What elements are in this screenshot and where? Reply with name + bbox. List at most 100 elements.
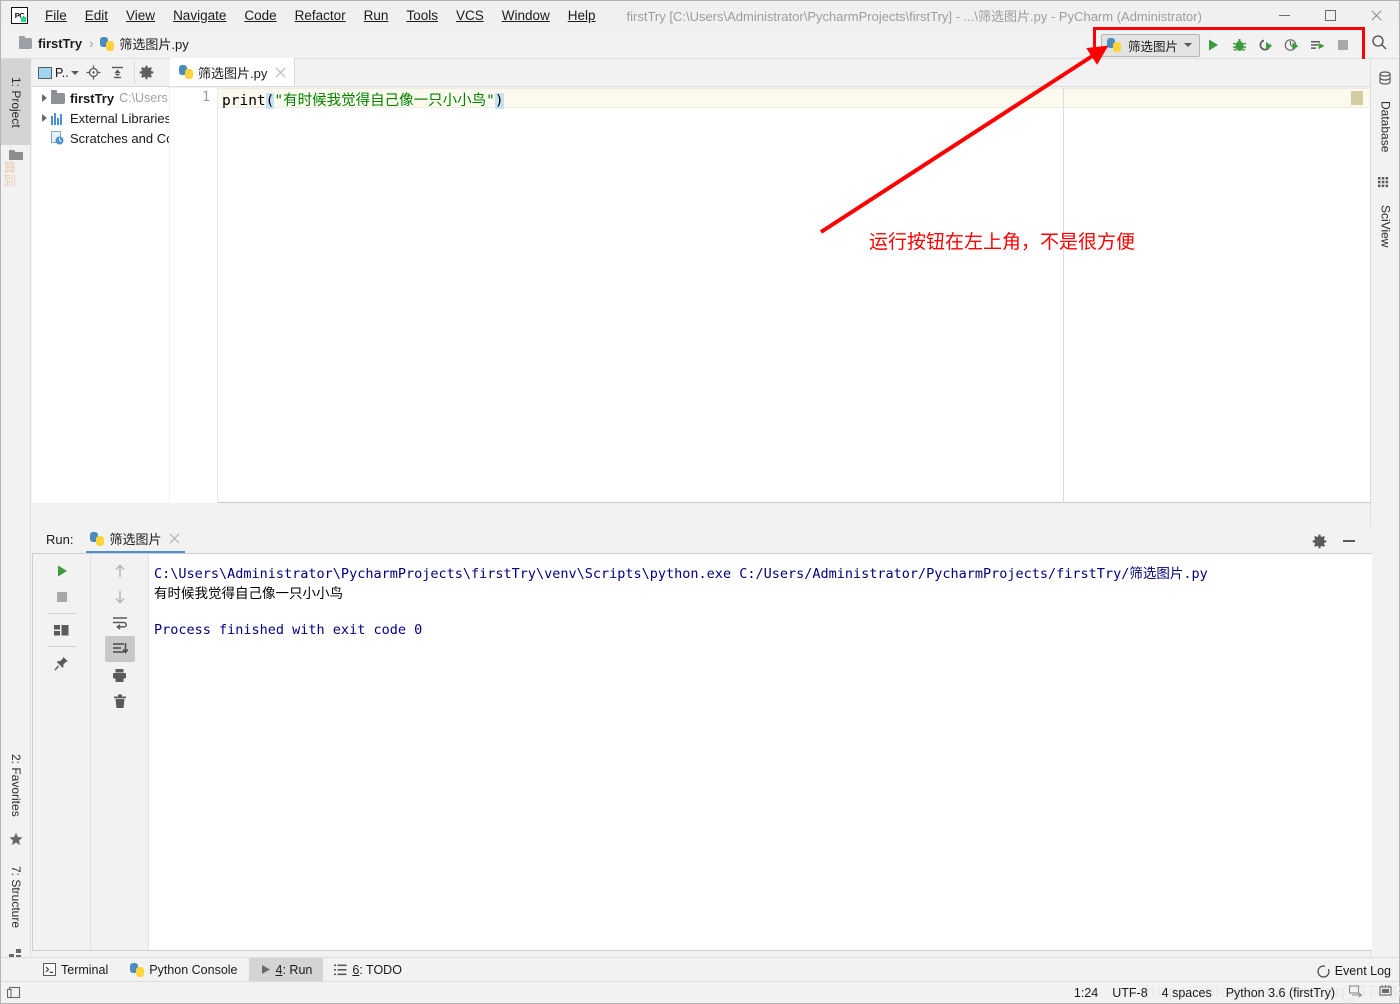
sidebar-item-project[interactable]: 1: Project (1, 59, 31, 145)
event-log-icon (1317, 964, 1330, 978)
tree-node-label: firstTry (70, 90, 115, 106)
profile-button[interactable] (1278, 33, 1304, 57)
run-configuration-name: 筛选图片 (1128, 39, 1179, 54)
breadcrumb-separator: › (89, 36, 94, 51)
left-watermark-text: 算到 (1, 161, 17, 187)
minimize-icon (1278, 14, 1290, 16)
next-occurrence-button[interactable] (105, 584, 135, 610)
tab-todo-key: 6 (352, 962, 360, 977)
editor-gutter[interactable]: 1 (170, 88, 218, 503)
sidebar-item-structure[interactable]: 7: Structure (1, 849, 31, 945)
tree-node-scratches[interactable]: Scratches and Co (32, 128, 169, 148)
sciview-grid-icon (1378, 177, 1392, 191)
collapse-all-icon[interactable] (106, 61, 130, 85)
pin-tab-button[interactable] (47, 650, 77, 676)
clear-all-button[interactable] (105, 688, 135, 714)
sidebar-item-sciview[interactable]: SciView (1371, 193, 1400, 259)
stop-process-button[interactable] (47, 584, 77, 610)
python-icon (90, 531, 105, 546)
tab-terminal-label: Terminal (61, 962, 109, 977)
close-run-tab-icon[interactable] (169, 533, 181, 545)
debug-button[interactable] (1226, 33, 1252, 57)
database-icon (1378, 71, 1392, 85)
minimize-icon (1343, 540, 1355, 542)
sidebar-item-favorites[interactable]: 2: Favorites (1, 739, 31, 831)
sidebar-item-database[interactable]: Database (1371, 89, 1400, 165)
menu-file[interactable]: File (36, 4, 76, 27)
run-coverage-button[interactable] (1252, 33, 1278, 57)
tree-node-path: C:\Users (119, 91, 168, 105)
menu-vcs[interactable]: VCS (447, 4, 493, 27)
menu-refactor[interactable]: Refactor (286, 4, 355, 27)
project-tree: firstTry C:\Users External Libraries Scr… (32, 88, 169, 503)
sidebar-item-sciview-label: SciView (1378, 204, 1393, 248)
maximize-button[interactable] (1307, 1, 1353, 29)
menu-window[interactable]: Window (493, 4, 559, 27)
menu-edit[interactable]: Edit (76, 4, 117, 27)
run-console-button[interactable] (1304, 33, 1330, 57)
python-interpreter[interactable]: Python 3.6 (firstTry) (1226, 986, 1335, 1000)
line-separator-icon[interactable] (1348, 984, 1364, 1001)
menu-help[interactable]: Help (559, 4, 605, 27)
run-configuration-selector[interactable]: 筛选图片 (1101, 33, 1201, 57)
code-editor[interactable]: 1 print("有时候我觉得自己像一只小小鸟") (170, 88, 1371, 503)
minimize-button[interactable] (1261, 1, 1307, 29)
breadcrumb-project[interactable]: firstTry (38, 36, 82, 51)
tab-terminal[interactable]: Terminal (32, 958, 119, 982)
layout-button[interactable] (47, 617, 77, 643)
window-controls (1261, 1, 1399, 29)
close-tab-icon[interactable] (275, 66, 287, 78)
tab-run[interactable]: 4: Run (248, 957, 324, 982)
tab-python-console[interactable]: Python Console (119, 958, 248, 982)
window-title: firstTry [C:\Users\Administrator\Pycharm… (626, 8, 1202, 24)
event-log-label: Event Log (1334, 964, 1391, 978)
editor-tab-bar: 筛选图片.py (170, 58, 1371, 87)
divider (47, 613, 76, 614)
tab-todo[interactable]: 6: TODO (323, 958, 413, 982)
tree-node-external-libraries[interactable]: External Libraries (32, 108, 169, 128)
folder-icon (19, 35, 32, 49)
expand-arrow-icon[interactable] (38, 94, 51, 102)
scroll-to-end-button[interactable] (104, 636, 135, 662)
pycharm-window: PC File Edit View Navigate Code Refactor… (0, 0, 1400, 1004)
caret-position[interactable]: 1:24 (1074, 986, 1098, 1000)
run-tool-window: Run: 筛选图片 C:\Users\Administrator\Pycharm… (32, 526, 1372, 951)
python-file-icon (100, 36, 115, 51)
console-line: Process finished with exit code 0 (154, 622, 423, 638)
chevron-down-icon (70, 70, 79, 75)
project-view-selector[interactable]: P.. (32, 61, 82, 85)
toggle-tool-windows-button[interactable] (1, 986, 27, 1000)
rerun-button[interactable] (47, 558, 77, 584)
prev-occurrence-button[interactable] (105, 558, 135, 584)
settings-gear-icon[interactable] (133, 60, 158, 85)
memory-indicator-icon[interactable] (1378, 984, 1393, 1001)
menu-code[interactable]: Code (235, 4, 285, 27)
run-settings-gear-icon[interactable] (1304, 528, 1334, 554)
run-tab-筛选图片[interactable]: 筛选图片 (86, 526, 186, 553)
code-line-1[interactable]: print("有时候我觉得自己像一只小小鸟") (222, 89, 504, 110)
menu-run[interactable]: Run (355, 4, 398, 27)
file-encoding[interactable]: UTF-8 (1112, 986, 1147, 1000)
hide-run-window-button[interactable] (1334, 528, 1364, 554)
run-console-output[interactable]: C:\Users\Administrator\PycharmProjects\f… (150, 554, 1372, 950)
console-line: 有时候我觉得自己像一只小小鸟 (154, 586, 343, 602)
breadcrumb-file[interactable]: 筛选图片.py (119, 34, 188, 53)
run-window-header-actions (1304, 528, 1364, 554)
event-log-button[interactable]: Event Log (1317, 964, 1391, 978)
indent-setting[interactable]: 4 spaces (1162, 986, 1212, 1000)
locate-file-icon[interactable] (82, 61, 106, 85)
menu-navigate[interactable]: Navigate (164, 4, 235, 27)
search-everywhere-icon[interactable] (1371, 34, 1388, 51)
stop-button[interactable] (1330, 33, 1356, 57)
editor-scrollbar-thumb[interactable] (1351, 91, 1363, 105)
menu-view[interactable]: View (117, 4, 164, 27)
tree-node-firsttry[interactable]: firstTry C:\Users (32, 88, 169, 108)
run-icon (260, 964, 271, 975)
soft-wrap-button[interactable] (105, 610, 135, 636)
print-button[interactable] (105, 662, 135, 688)
close-button[interactable] (1353, 1, 1399, 29)
menu-tools[interactable]: Tools (397, 4, 447, 27)
tab-筛选图片-py[interactable]: 筛选图片.py (170, 58, 296, 86)
expand-arrow-icon[interactable] (38, 114, 51, 122)
run-button[interactable] (1200, 33, 1226, 57)
